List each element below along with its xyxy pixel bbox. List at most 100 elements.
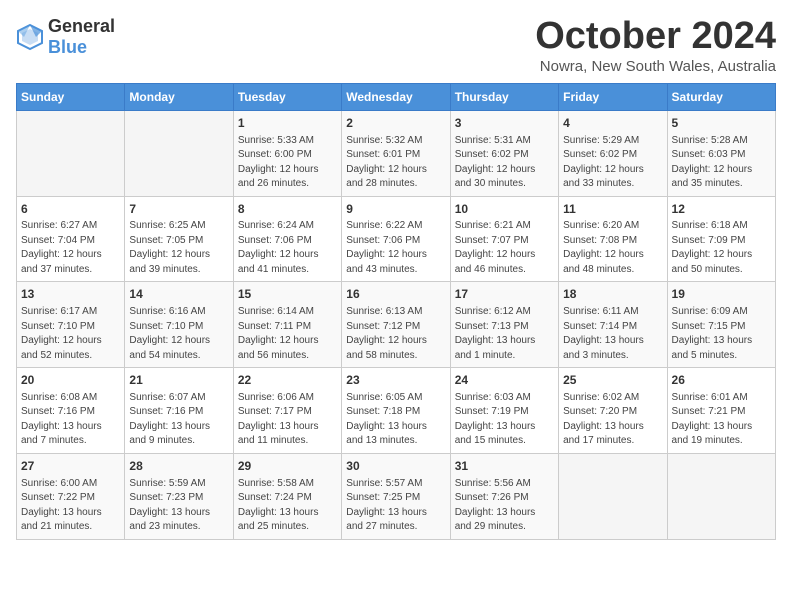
cell-sun-info: Sunrise: 6:16 AM Sunset: 7:10 PM Dayligh… bbox=[129, 305, 228, 363]
cell-sun-info: Sunrise: 6:17 AM Sunset: 7:10 PM Dayligh… bbox=[21, 305, 120, 363]
calendar-cell: 15 Sunrise: 6:14 AM Sunset: 7:11 PM Dayli… bbox=[233, 282, 341, 368]
day-number: 20 bbox=[21, 372, 120, 389]
day-number: 21 bbox=[129, 372, 228, 389]
cell-sun-info: Sunrise: 5:58 AM Sunset: 7:24 PM Dayligh… bbox=[238, 477, 337, 535]
calendar-week-row: 20 Sunrise: 6:08 AM Sunset: 7:16 PM Dayli… bbox=[17, 368, 776, 454]
cell-sun-info: Sunrise: 6:14 AM Sunset: 7:11 PM Dayligh… bbox=[238, 305, 337, 363]
weekday-header: Friday bbox=[559, 83, 667, 110]
day-number: 3 bbox=[455, 115, 554, 132]
day-number: 15 bbox=[238, 286, 337, 303]
calendar-cell: 5 Sunrise: 5:28 AM Sunset: 6:03 PM Daylig… bbox=[667, 110, 775, 196]
weekday-header: Tuesday bbox=[233, 83, 341, 110]
calendar-cell: 20 Sunrise: 6:08 AM Sunset: 7:16 PM Dayli… bbox=[17, 368, 125, 454]
cell-sun-info: Sunrise: 6:20 AM Sunset: 7:08 PM Dayligh… bbox=[563, 219, 662, 277]
cell-sun-info: Sunrise: 5:33 AM Sunset: 6:00 PM Dayligh… bbox=[238, 134, 337, 192]
cell-sun-info: Sunrise: 6:00 AM Sunset: 7:22 PM Dayligh… bbox=[21, 477, 120, 535]
logo-blue: Blue bbox=[48, 37, 87, 57]
weekday-header: Monday bbox=[125, 83, 233, 110]
logo: General Blue bbox=[16, 16, 115, 58]
cell-sun-info: Sunrise: 6:05 AM Sunset: 7:18 PM Dayligh… bbox=[346, 391, 445, 449]
calendar-week-row: 27 Sunrise: 6:00 AM Sunset: 7:22 PM Dayli… bbox=[17, 453, 776, 539]
calendar-table: SundayMondayTuesdayWednesdayThursdayFrid… bbox=[16, 83, 776, 540]
page-header: General Blue October 2024 Nowra, New Sou… bbox=[16, 16, 776, 75]
calendar-cell: 4 Sunrise: 5:29 AM Sunset: 6:02 PM Daylig… bbox=[559, 110, 667, 196]
day-number: 11 bbox=[563, 201, 662, 218]
month-title: October 2024 bbox=[535, 16, 776, 58]
day-number: 4 bbox=[563, 115, 662, 132]
cell-sun-info: Sunrise: 5:31 AM Sunset: 6:02 PM Dayligh… bbox=[455, 134, 554, 192]
calendar-week-row: 6Sunrise: 6:27 AM Sunset: 7:04 PM Daylig… bbox=[17, 196, 776, 282]
calendar-cell: 6Sunrise: 6:27 AM Sunset: 7:04 PM Daylig… bbox=[17, 196, 125, 282]
day-number: 13 bbox=[21, 286, 120, 303]
cell-sun-info: Sunrise: 5:56 AM Sunset: 7:26 PM Dayligh… bbox=[455, 477, 554, 535]
day-number: 6 bbox=[21, 201, 120, 218]
calendar-cell: 11Sunrise: 6:20 AM Sunset: 7:08 PM Dayli… bbox=[559, 196, 667, 282]
cell-sun-info: Sunrise: 6:18 AM Sunset: 7:09 PM Dayligh… bbox=[672, 219, 771, 277]
calendar-cell: 30Sunrise: 5:57 AM Sunset: 7:25 PM Dayli… bbox=[342, 453, 450, 539]
day-number: 29 bbox=[238, 458, 337, 475]
calendar-week-row: 1 Sunrise: 5:33 AM Sunset: 6:00 PM Daylig… bbox=[17, 110, 776, 196]
day-number: 23 bbox=[346, 372, 445, 389]
cell-sun-info: Sunrise: 6:06 AM Sunset: 7:17 PM Dayligh… bbox=[238, 391, 337, 449]
cell-sun-info: Sunrise: 6:09 AM Sunset: 7:15 PM Dayligh… bbox=[672, 305, 771, 363]
calendar-cell: 2 Sunrise: 5:32 AM Sunset: 6:01 PM Daylig… bbox=[342, 110, 450, 196]
cell-sun-info: Sunrise: 5:57 AM Sunset: 7:25 PM Dayligh… bbox=[346, 477, 445, 535]
calendar-cell bbox=[17, 110, 125, 196]
cell-sun-info: Sunrise: 6:12 AM Sunset: 7:13 PM Dayligh… bbox=[455, 305, 554, 363]
day-number: 2 bbox=[346, 115, 445, 132]
day-number: 19 bbox=[672, 286, 771, 303]
calendar-cell: 10Sunrise: 6:21 AM Sunset: 7:07 PM Dayli… bbox=[450, 196, 558, 282]
day-number: 17 bbox=[455, 286, 554, 303]
calendar-cell: 7Sunrise: 6:25 AM Sunset: 7:05 PM Daylig… bbox=[125, 196, 233, 282]
calendar-cell: 1 Sunrise: 5:33 AM Sunset: 6:00 PM Daylig… bbox=[233, 110, 341, 196]
cell-sun-info: Sunrise: 5:29 AM Sunset: 6:02 PM Dayligh… bbox=[563, 134, 662, 192]
weekday-header: Thursday bbox=[450, 83, 558, 110]
day-number: 7 bbox=[129, 201, 228, 218]
calendar-cell: 9Sunrise: 6:22 AM Sunset: 7:06 PM Daylig… bbox=[342, 196, 450, 282]
calendar-cell: 22 Sunrise: 6:06 AM Sunset: 7:17 PM Dayli… bbox=[233, 368, 341, 454]
cell-sun-info: Sunrise: 5:32 AM Sunset: 6:01 PM Dayligh… bbox=[346, 134, 445, 192]
cell-sun-info: Sunrise: 6:01 AM Sunset: 7:21 PM Dayligh… bbox=[672, 391, 771, 449]
day-number: 16 bbox=[346, 286, 445, 303]
logo-text-block: General Blue bbox=[48, 16, 115, 58]
cell-sun-info: Sunrise: 6:11 AM Sunset: 7:14 PM Dayligh… bbox=[563, 305, 662, 363]
calendar-cell: 3 Sunrise: 5:31 AM Sunset: 6:02 PM Daylig… bbox=[450, 110, 558, 196]
calendar-cell: 18Sunrise: 6:11 AM Sunset: 7:14 PM Dayli… bbox=[559, 282, 667, 368]
day-number: 14 bbox=[129, 286, 228, 303]
weekday-header: Saturday bbox=[667, 83, 775, 110]
calendar-week-row: 13 Sunrise: 6:17 AM Sunset: 7:10 PM Dayli… bbox=[17, 282, 776, 368]
calendar-cell: 16 Sunrise: 6:13 AM Sunset: 7:12 PM Dayli… bbox=[342, 282, 450, 368]
day-number: 27 bbox=[21, 458, 120, 475]
day-number: 10 bbox=[455, 201, 554, 218]
cell-sun-info: Sunrise: 5:28 AM Sunset: 6:03 PM Dayligh… bbox=[672, 134, 771, 192]
calendar-cell: 23 Sunrise: 6:05 AM Sunset: 7:18 PM Dayli… bbox=[342, 368, 450, 454]
calendar-cell: 21 Sunrise: 6:07 AM Sunset: 7:16 PM Dayli… bbox=[125, 368, 233, 454]
calendar-cell: 13 Sunrise: 6:17 AM Sunset: 7:10 PM Dayli… bbox=[17, 282, 125, 368]
logo-general: General bbox=[48, 16, 115, 36]
cell-sun-info: Sunrise: 6:24 AM Sunset: 7:06 PM Dayligh… bbox=[238, 219, 337, 277]
cell-sun-info: Sunrise: 6:27 AM Sunset: 7:04 PM Dayligh… bbox=[21, 219, 120, 277]
title-block: October 2024 Nowra, New South Wales, Aus… bbox=[535, 16, 776, 75]
calendar-cell bbox=[667, 453, 775, 539]
cell-sun-info: Sunrise: 6:13 AM Sunset: 7:12 PM Dayligh… bbox=[346, 305, 445, 363]
calendar-cell: 24 Sunrise: 6:03 AM Sunset: 7:19 PM Dayli… bbox=[450, 368, 558, 454]
calendar-cell bbox=[559, 453, 667, 539]
cell-sun-info: Sunrise: 6:07 AM Sunset: 7:16 PM Dayligh… bbox=[129, 391, 228, 449]
cell-sun-info: Sunrise: 6:25 AM Sunset: 7:05 PM Dayligh… bbox=[129, 219, 228, 277]
calendar-cell: 17 Sunrise: 6:12 AM Sunset: 7:13 PM Dayli… bbox=[450, 282, 558, 368]
logo-icon bbox=[16, 23, 44, 51]
calendar-cell: 28Sunrise: 5:59 AM Sunset: 7:23 PM Dayli… bbox=[125, 453, 233, 539]
calendar-cell: 14 Sunrise: 6:16 AM Sunset: 7:10 PM Dayli… bbox=[125, 282, 233, 368]
calendar-cell: 8Sunrise: 6:24 AM Sunset: 7:06 PM Daylig… bbox=[233, 196, 341, 282]
day-number: 24 bbox=[455, 372, 554, 389]
day-number: 5 bbox=[672, 115, 771, 132]
cell-sun-info: Sunrise: 6:21 AM Sunset: 7:07 PM Dayligh… bbox=[455, 219, 554, 277]
day-number: 22 bbox=[238, 372, 337, 389]
day-number: 31 bbox=[455, 458, 554, 475]
cell-sun-info: Sunrise: 6:03 AM Sunset: 7:19 PM Dayligh… bbox=[455, 391, 554, 449]
weekday-header: Wednesday bbox=[342, 83, 450, 110]
cell-sun-info: Sunrise: 5:59 AM Sunset: 7:23 PM Dayligh… bbox=[129, 477, 228, 535]
cell-sun-info: Sunrise: 6:08 AM Sunset: 7:16 PM Dayligh… bbox=[21, 391, 120, 449]
day-number: 1 bbox=[238, 115, 337, 132]
day-number: 26 bbox=[672, 372, 771, 389]
